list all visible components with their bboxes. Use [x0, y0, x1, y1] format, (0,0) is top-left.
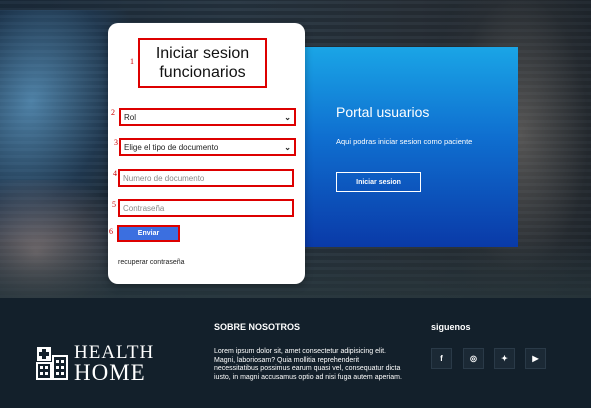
step-number-1: 1 [130, 57, 134, 66]
portal-login-button[interactable]: Iniciar sesion [336, 172, 421, 192]
document-type-select-value: Elige el tipo de documento [124, 142, 219, 152]
about-title: SOBRE NOSOTROS [214, 322, 301, 332]
submit-button[interactable]: Enviar [117, 225, 180, 242]
role-select[interactable]: Rol ⌄ [119, 108, 296, 126]
brand-logo-text: HEALTH HOME [74, 343, 154, 384]
twitter-icon[interactable]: ✦ [494, 348, 515, 369]
password-placeholder: Contraseña [123, 203, 165, 213]
patient-portal-panel [305, 47, 518, 247]
role-select-value: Rol [124, 112, 137, 122]
step-number-3: 3 [114, 138, 118, 147]
instagram-icon[interactable]: ◎ [463, 348, 484, 369]
chevron-down-icon: ⌄ [284, 112, 291, 122]
document-number-placeholder: Numero de documento [123, 173, 205, 183]
hospital-logo-icon [36, 347, 68, 380]
portal-description: Aqui podras iniciar sesion como paciente [336, 137, 473, 146]
brand-logo-line2: HOME [74, 360, 146, 385]
step-number-5: 5 [112, 200, 116, 209]
youtube-icon[interactable]: ▶ [525, 348, 546, 369]
recover-password-link[interactable]: recuperar contraseña [118, 259, 185, 266]
facebook-icon[interactable]: f [431, 348, 452, 369]
chevron-down-icon: ⌄ [284, 142, 291, 152]
password-input[interactable]: Contraseña [118, 199, 294, 217]
step-number-2: 2 [111, 108, 115, 117]
document-type-select[interactable]: Elige el tipo de documento ⌄ [119, 138, 296, 156]
follow-title: siguenos [431, 322, 471, 332]
portal-title: Portal usuarios [336, 104, 430, 120]
document-number-input[interactable]: Numero de documento [118, 169, 294, 187]
about-text: Lorem ipsum dolor sit, amet consectetur … [214, 348, 402, 381]
login-title: Iniciar sesion funcionarios [138, 38, 267, 88]
step-number-4: 4 [113, 169, 117, 178]
step-number-6: 6 [109, 227, 113, 236]
